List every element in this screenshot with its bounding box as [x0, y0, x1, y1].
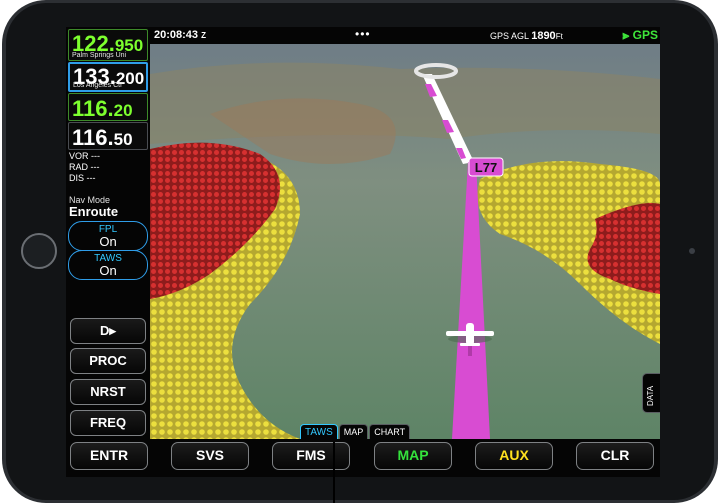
- waypoint-label: L77: [475, 160, 497, 175]
- com-active-station: Palm Springs Uni: [72, 52, 127, 59]
- view-tabs: TAWS MAP CHART: [300, 424, 411, 440]
- status-bar: 20:08:43 Z ••• GPS AGL 1890Ft ⫸ GPS: [150, 27, 660, 44]
- gps-agl-readout: GPS AGL 1890Ft: [490, 30, 563, 42]
- zulu-time: 20:08:43 Z: [154, 29, 206, 41]
- tab-taws[interactable]: TAWS: [300, 424, 338, 440]
- wifi-icon: ⫸: [622, 28, 630, 42]
- callout-pointer-line: [333, 442, 335, 503]
- nav-info: VOR --- RAD --- DIS ---: [69, 151, 100, 184]
- fpl-toggle-value: On: [99, 234, 117, 249]
- bottom-button-bar: ENTR SVS FMS MAP AUX CLR: [66, 439, 660, 477]
- nrst-label: NRST: [90, 384, 126, 399]
- direct-to-button[interactable]: D▸: [70, 318, 146, 344]
- fms-button[interactable]: FMS: [272, 442, 350, 470]
- vor-readout: VOR ---: [69, 151, 100, 161]
- entr-button[interactable]: ENTR: [70, 442, 148, 470]
- nav-standby-frequency[interactable]: 116.50: [68, 122, 148, 150]
- nrst-button[interactable]: NRST: [70, 379, 146, 405]
- tab-map[interactable]: MAP: [338, 424, 369, 440]
- nav-active-mhz: 116.20: [72, 96, 133, 121]
- tab-chart[interactable]: CHART: [369, 424, 411, 440]
- taws-toggle[interactable]: TAWS On: [68, 250, 148, 280]
- svs-button[interactable]: SVS: [171, 442, 249, 470]
- terrain-svg: L77: [150, 44, 660, 439]
- clr-button[interactable]: CLR: [576, 442, 654, 470]
- proc-button[interactable]: PROC: [70, 348, 146, 374]
- data-tab[interactable]: DATA: [642, 373, 660, 413]
- data-tab-label: DATA: [646, 385, 655, 406]
- nav-active-frequency[interactable]: 116.20: [68, 93, 148, 121]
- gps-status: ⫸ GPS: [622, 28, 658, 42]
- home-button[interactable]: [21, 233, 57, 269]
- proc-label: PROC: [89, 353, 127, 368]
- freq-label: FREQ: [89, 415, 127, 430]
- camera-dot: [689, 248, 695, 254]
- nav-mode-value[interactable]: Enroute: [69, 204, 118, 219]
- dis-readout: DIS ---: [69, 173, 96, 183]
- com-standby-station: Los Angeles Ctr: [73, 82, 123, 89]
- aux-button[interactable]: AUX: [475, 442, 553, 470]
- taws-toggle-value: On: [99, 263, 117, 278]
- com-active-frequency[interactable]: 122.950 Palm Springs Uni: [68, 29, 148, 61]
- map-button[interactable]: MAP: [374, 442, 452, 470]
- waypoint-marker: L77: [468, 157, 504, 177]
- direct-to-label: D▸: [100, 323, 116, 338]
- synthetic-vision-view[interactable]: L77: [150, 44, 660, 439]
- efb-screen: 122.950 Palm Springs Uni 133.200 Los Ang…: [66, 27, 660, 477]
- freq-button[interactable]: FREQ: [70, 410, 146, 436]
- more-dots-icon[interactable]: •••: [355, 27, 371, 41]
- left-panel: 122.950 Palm Springs Uni 133.200 Los Ang…: [66, 27, 150, 439]
- com-standby-frequency[interactable]: 133.200 Los Angeles Ctr: [68, 62, 148, 92]
- nav-standby-mhz: 116.50: [72, 125, 133, 150]
- rad-readout: RAD ---: [69, 162, 100, 172]
- fpl-toggle[interactable]: FPL On: [68, 221, 148, 251]
